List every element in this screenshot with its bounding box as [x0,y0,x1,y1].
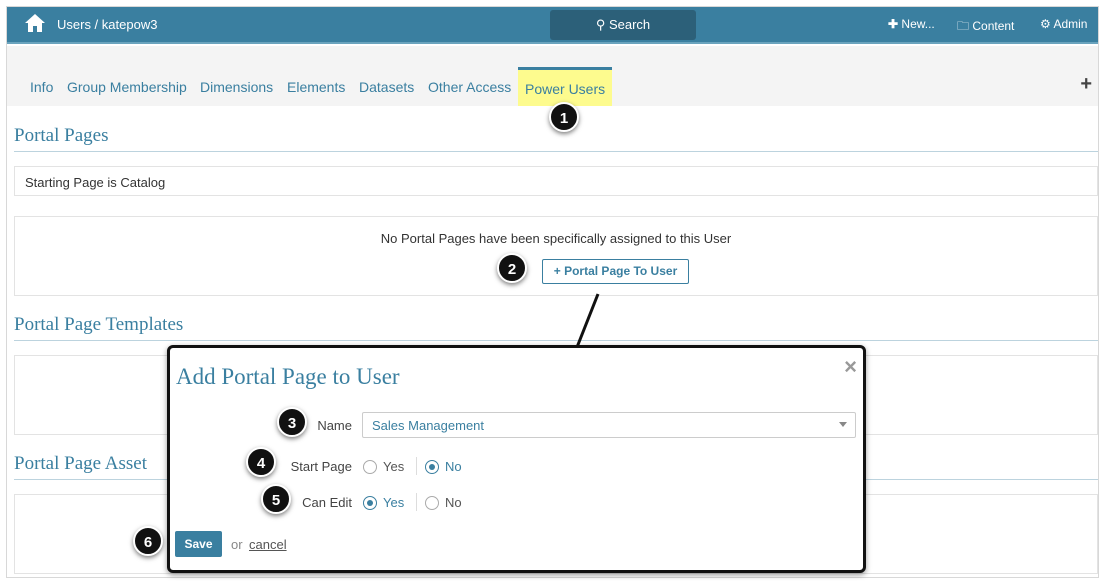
name-select[interactable]: Sales Management [362,412,856,438]
can-edit-yes-radio[interactable]: Yes [363,495,404,510]
callout-4: 4 [246,447,276,477]
or-text: or [231,537,243,552]
name-value: Sales Management [372,418,485,433]
can-edit-no-radio[interactable]: No [425,495,462,510]
callout-6: 6 [133,526,163,556]
callout-1: 1 [549,102,579,132]
save-button[interactable]: Save [175,531,222,557]
callout-2: 2 [497,253,527,283]
callout-3: 3 [277,407,307,437]
close-icon[interactable]: × [844,354,857,380]
cancel-link[interactable]: cancel [249,537,287,552]
chevron-down-icon [839,422,847,427]
start-page-no-radio[interactable]: No [425,459,462,474]
callout-5: 5 [261,484,291,514]
start-page-yes-radio[interactable]: Yes [363,459,404,474]
dialog-title: Add Portal Page to User [176,364,400,389]
